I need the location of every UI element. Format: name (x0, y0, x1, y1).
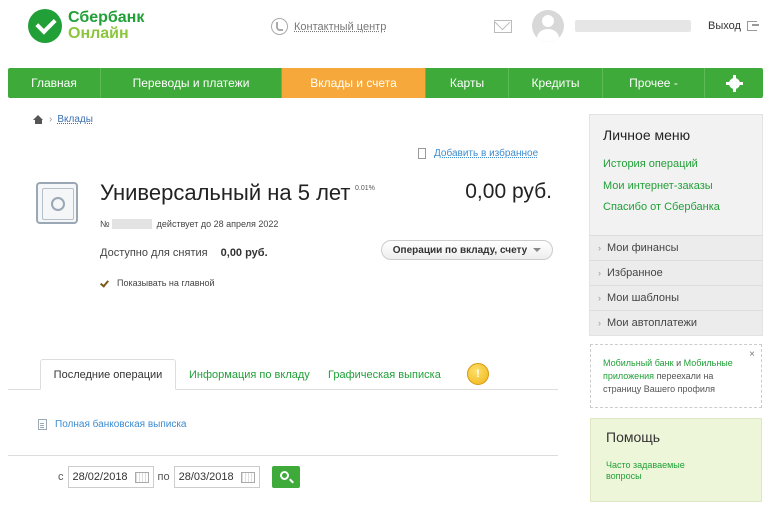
nav-item-transfers[interactable]: Переводы и платежи (101, 68, 282, 98)
show-on-main-checkbox[interactable]: Показывать на главной (100, 278, 215, 288)
personal-menu: Личное меню История операций Мои интерне… (589, 114, 763, 336)
alert-badge[interactable]: ! (467, 363, 489, 385)
deposit-operations-label: Операции по вкладу, счету (392, 244, 528, 256)
user-name-redacted (575, 20, 691, 32)
checkmark-icon (100, 279, 109, 288)
breadcrumb-deposits[interactable]: Вклады (57, 114, 93, 125)
avatar[interactable] (532, 10, 564, 42)
gear-icon (725, 74, 743, 92)
close-icon[interactable]: × (749, 348, 755, 361)
tab-graphic-statement[interactable]: Графическая выписка (328, 359, 441, 390)
faq-link[interactable]: Часто задаваемые вопросы (606, 460, 706, 482)
bookmark-icon (418, 148, 426, 159)
sidebar-item-templates[interactable]: › Мои шаблоны (590, 285, 762, 310)
personal-menu-title: Личное меню (603, 127, 691, 143)
nav-item-other[interactable]: Прочее - (603, 68, 705, 98)
date-from-input[interactable]: 28/02/2018 (67, 466, 154, 488)
interest-rate: 0.01% (355, 185, 375, 192)
main-nav: Главная Переводы и платежи Вклады и счет… (8, 68, 763, 98)
calendar-icon[interactable] (134, 472, 149, 483)
breadcrumb: › Вклады (33, 114, 93, 125)
date-from-label: с (58, 471, 64, 483)
account-info: № действует до 28 апреля 2022 (100, 219, 278, 229)
search-icon (279, 471, 289, 480)
date-to-label: по (157, 471, 170, 483)
sidebar-item-label: Мои автоплатежи (607, 317, 698, 329)
date-to-value: 28/03/2018 (178, 471, 234, 483)
bullet-icon: › (598, 268, 601, 278)
logo-line-2: Онлайн (68, 25, 129, 42)
add-to-favorites-link[interactable]: Добавить в избранное (418, 148, 538, 159)
bullet-icon: › (598, 318, 601, 328)
calendar-icon[interactable] (240, 472, 255, 483)
nav-item-cards[interactable]: Карты (426, 68, 509, 98)
nav-item-credits[interactable]: Кредиты (509, 68, 603, 98)
available-label: Доступно для снятия (100, 247, 208, 259)
tab-deposit-info[interactable]: Информация по вкладу (189, 359, 310, 390)
nav-item-deposits[interactable]: Вклады и счета (282, 68, 426, 98)
full-statement-link[interactable]: Полная банковская выписка (38, 419, 186, 430)
nav-settings[interactable] (705, 68, 763, 98)
notice-and: и (673, 358, 684, 368)
date-filter: с 28/02/2018 по 28/03/2018 (58, 466, 300, 488)
balance: 0,00 руб. (465, 180, 552, 203)
chevron-right-icon: › (49, 114, 53, 125)
valid-until: действует до 28 апреля 2022 (156, 219, 279, 229)
sberbank-logo-icon (28, 9, 62, 43)
help-title: Помощь (606, 429, 661, 445)
account-number-prefix: № (100, 219, 110, 229)
header: Сбербанк Онлайн Контактный центр Выход (0, 0, 768, 60)
logout-button[interactable]: Выход (708, 20, 759, 32)
logout-label: Выход (708, 20, 741, 32)
deposit-operations-dropdown[interactable]: Операции по вкладу, счету (381, 240, 553, 260)
contact-center-label: Контактный центр (294, 20, 387, 33)
document-icon (38, 419, 47, 430)
chevron-down-icon (533, 248, 542, 252)
bullet-icon: › (598, 243, 601, 253)
link-internet-orders[interactable]: Мои интернет-заказы (603, 180, 713, 192)
home-icon[interactable] (33, 115, 44, 124)
link-operation-history[interactable]: История операций (603, 158, 698, 170)
contact-center-link[interactable]: Контактный центр (271, 18, 386, 35)
sidebar-item-label: Мои финансы (607, 242, 679, 254)
link-spasibo[interactable]: Спасибо от Сбербанка (603, 201, 720, 213)
sidebar-item-my-finances[interactable]: › Мои финансы (590, 235, 762, 260)
sidebar-item-label: Избранное (607, 267, 663, 279)
divider (8, 455, 558, 456)
sberbank-logo[interactable]: Сбербанк Онлайн (28, 9, 144, 43)
available-value: 0,00 руб. (220, 247, 268, 259)
help-box: Помощь Часто задаваемые вопросы (590, 418, 762, 502)
add-to-favorites-label: Добавить в избранное (434, 148, 539, 159)
mobile-apps-notice: × Мобильный банк и Мобильные приложения … (590, 344, 762, 408)
bullet-icon: › (598, 293, 601, 303)
safe-icon (36, 182, 78, 224)
full-statement-label: Полная банковская выписка (55, 419, 187, 430)
account-number-redacted (111, 219, 152, 229)
exit-icon (746, 21, 759, 31)
sidebar-item-label: Мои шаблоны (607, 292, 679, 304)
sidebar-item-autopayments[interactable]: › Мои автоплатежи (590, 310, 762, 335)
mail-icon[interactable] (494, 20, 512, 33)
tab-last-operations[interactable]: Последние операции (40, 359, 176, 390)
date-to-input[interactable]: 28/03/2018 (173, 466, 260, 488)
phone-icon (271, 18, 288, 35)
available-amount: Доступно для снятия 0,00 руб. (100, 247, 268, 259)
sidebar-item-favorites[interactable]: › Избранное (590, 260, 762, 285)
search-button[interactable] (271, 466, 300, 488)
product-title: Универсальный на 5 лет (100, 180, 351, 205)
logo-line-1: Сбербанк (68, 9, 145, 26)
nav-item-main[interactable]: Главная (8, 68, 101, 98)
date-from-value: 28/02/2018 (72, 471, 128, 483)
show-on-main-label: Показывать на главной (117, 278, 215, 288)
mobile-bank-link[interactable]: Мобильный банк (603, 358, 674, 368)
